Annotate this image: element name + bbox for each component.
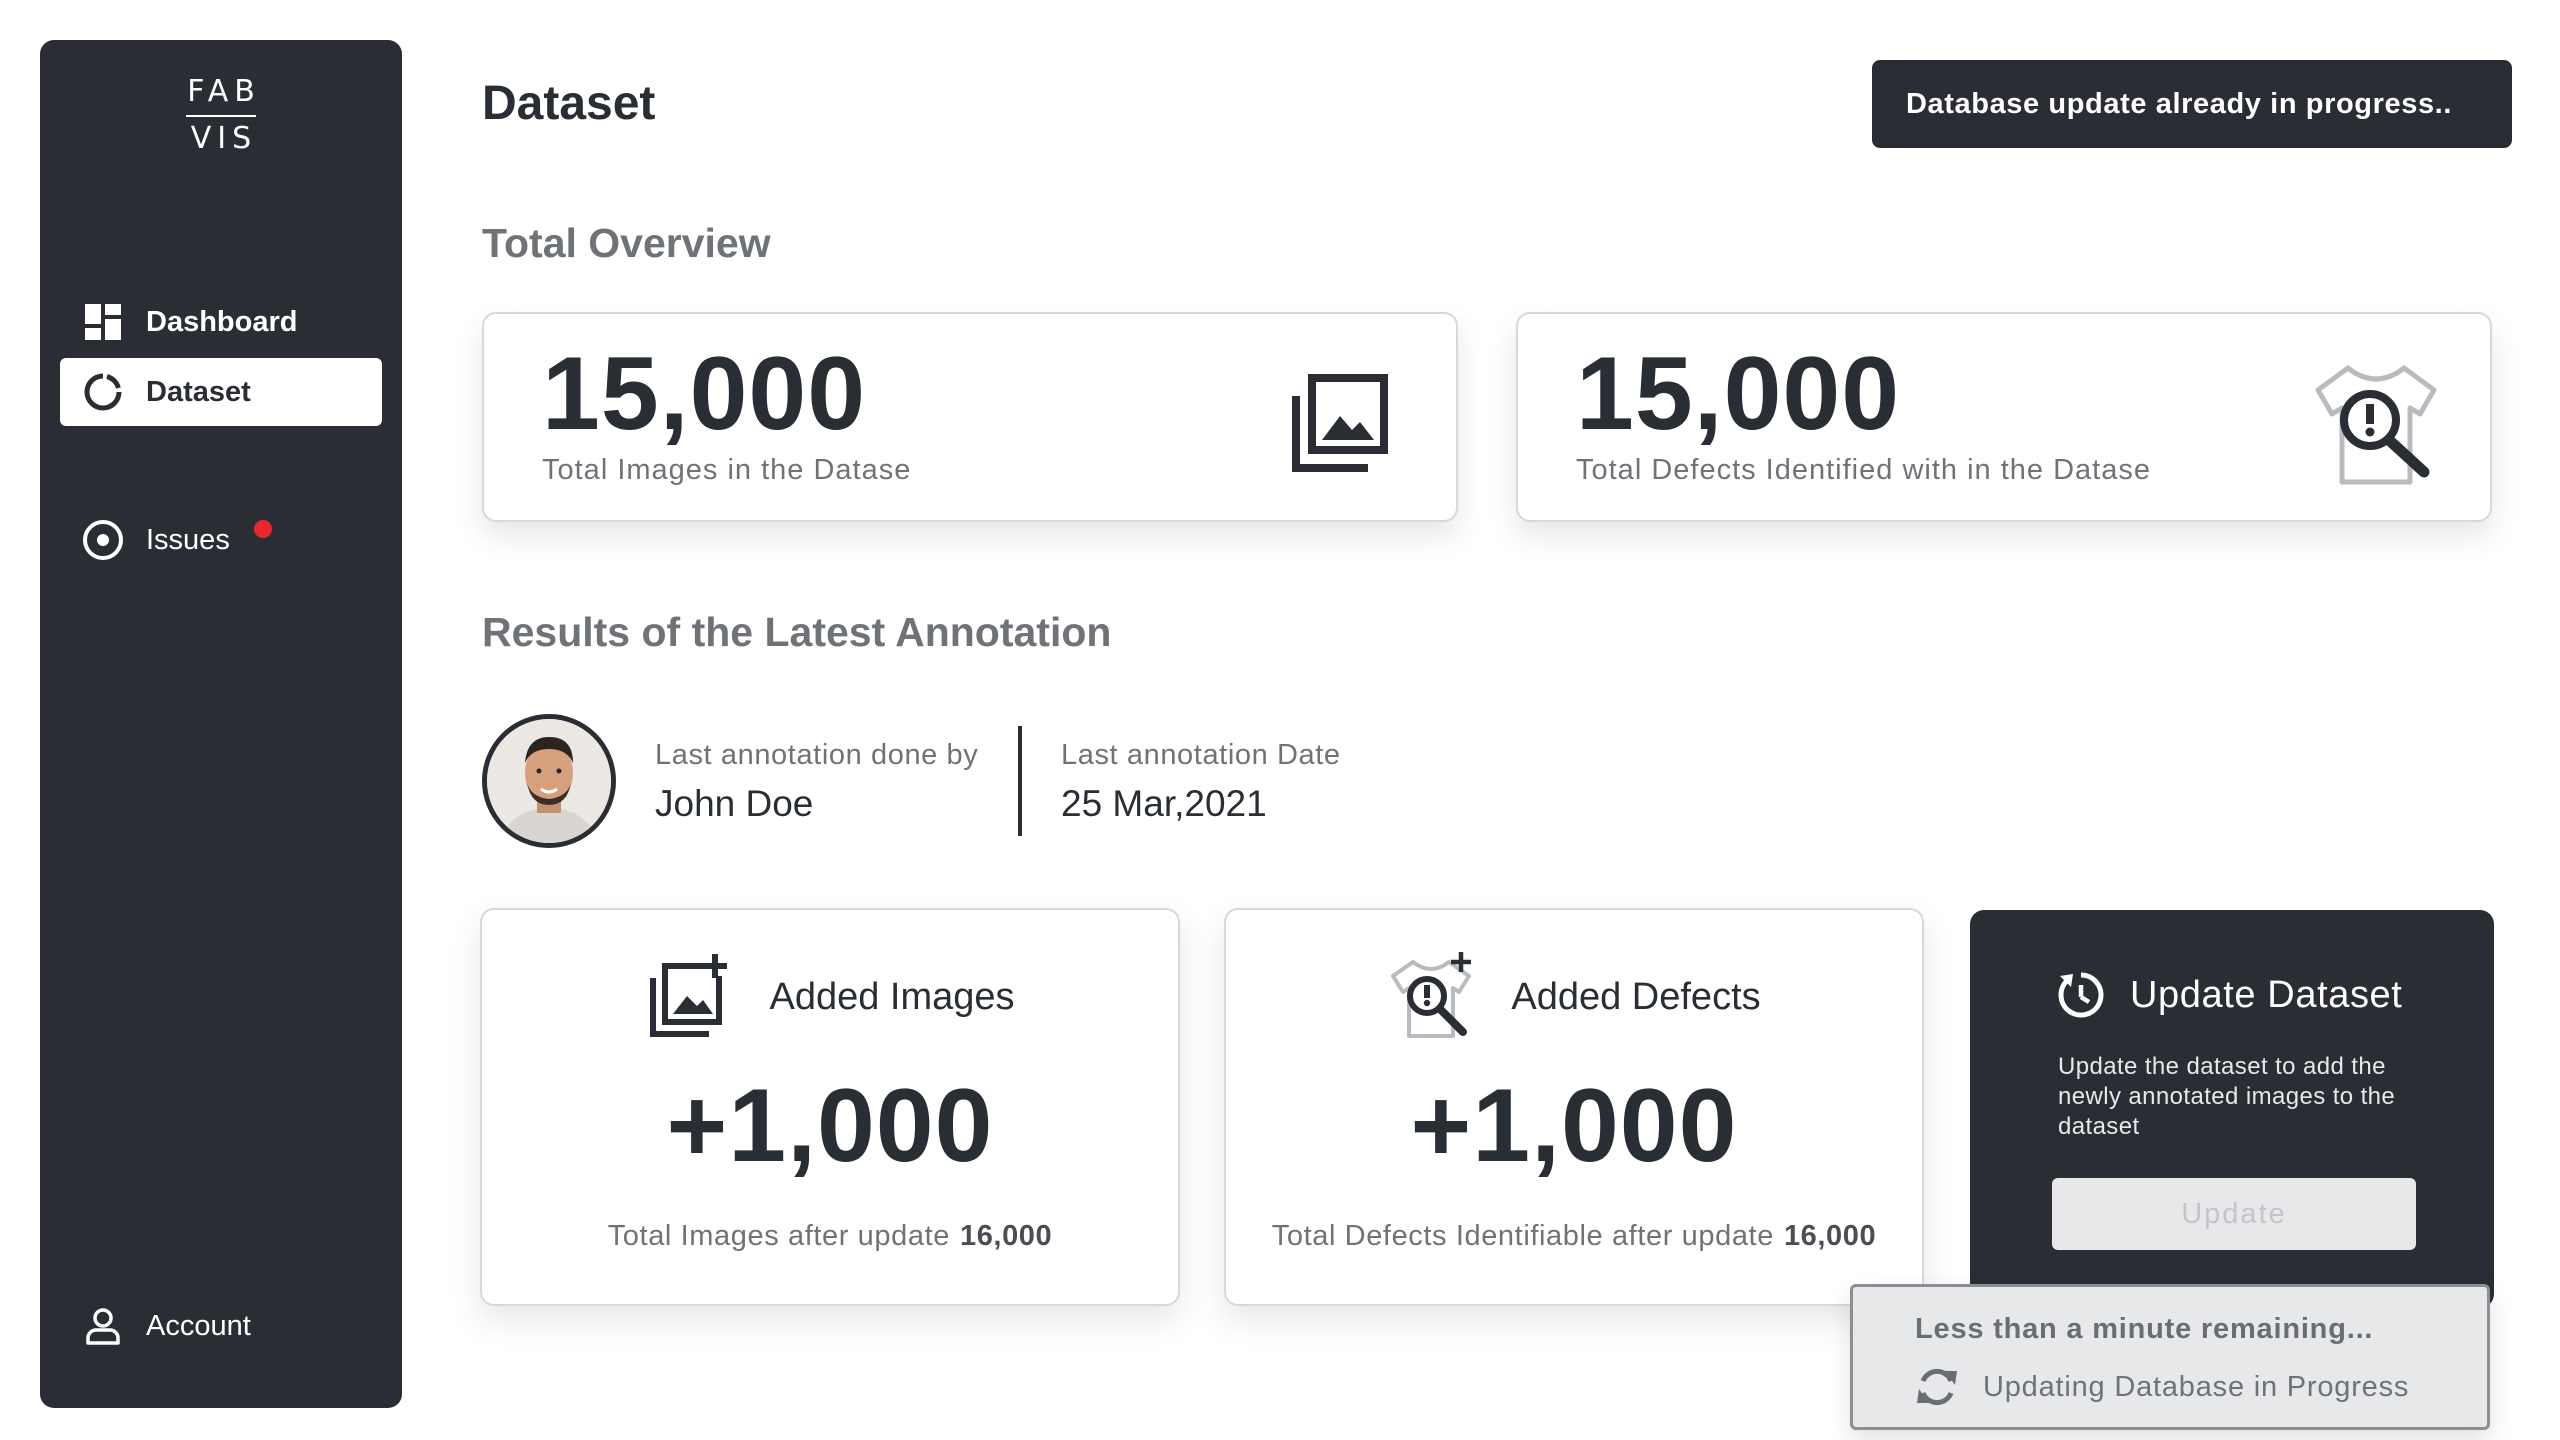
total-images-card: 15,000 Total Images in the Datase bbox=[482, 312, 1458, 522]
info-divider bbox=[1018, 726, 1022, 836]
total-images-value: 15,000 bbox=[542, 336, 867, 452]
shirt-defect-search-icon bbox=[2308, 356, 2438, 486]
user-icon bbox=[82, 1305, 124, 1347]
sidebar-item-label: Dashboard bbox=[146, 305, 298, 338]
added-images-title: Added Images bbox=[769, 975, 1015, 1018]
added-images-card: Added Images +1,000 Total Images after u… bbox=[480, 908, 1180, 1306]
annotator-name: John Doe bbox=[655, 783, 814, 824]
total-defects-label: Total Defects Identified with in the Dat… bbox=[1576, 454, 2151, 486]
added-defects-card: Added Defects +1,000 Total Defects Ident… bbox=[1224, 908, 1924, 1306]
logo-divider bbox=[186, 115, 256, 117]
progress-title: Less than a minute remaining... bbox=[1915, 1313, 2374, 1345]
update-dataset-title: Update Dataset bbox=[2130, 973, 2403, 1016]
footer-label: Total Images after update bbox=[607, 1220, 950, 1252]
footer-label: Total Defects Identifiable after update bbox=[1271, 1220, 1774, 1252]
update-in-progress-toast: Database update already in progress.. bbox=[1872, 60, 2512, 148]
logo-top: FAB bbox=[187, 74, 261, 109]
progress-toast: Less than a minute remaining... Updating… bbox=[1850, 1284, 2490, 1430]
sync-icon bbox=[1915, 1365, 1959, 1409]
update-button[interactable]: Update bbox=[2052, 1178, 2416, 1250]
added-defects-title: Added Defects bbox=[1511, 975, 1761, 1018]
sidebar-item-dashboard[interactable]: Dashboard bbox=[60, 288, 382, 356]
dashboard-icon bbox=[82, 301, 124, 343]
images-icon bbox=[1274, 356, 1404, 486]
sidebar-item-issues[interactable]: Issues bbox=[60, 506, 382, 574]
refresh-clock-icon bbox=[2056, 970, 2106, 1020]
update-dataset-description: Update the dataset to add the newly anno… bbox=[2058, 1053, 2396, 1140]
results-heading: Results of the Latest Annotation bbox=[482, 609, 1112, 655]
annotation-date-value: 25 Mar,2021 bbox=[1061, 783, 1267, 824]
notification-dot bbox=[254, 520, 272, 538]
sidebar-item-label: Dataset bbox=[146, 375, 251, 408]
total-defects-value: 15,000 bbox=[1576, 336, 1901, 452]
footer-value: 16,000 bbox=[1783, 1220, 1877, 1252]
total-images-label: Total Images in the Datase bbox=[542, 454, 912, 486]
add-defect-icon bbox=[1387, 952, 1477, 1042]
added-images-footer: Total Images after update 16,000 bbox=[482, 1220, 1178, 1253]
page-title: Dataset bbox=[482, 77, 656, 130]
logo-bottom: VIS bbox=[190, 121, 258, 156]
issues-icon bbox=[82, 519, 124, 561]
sidebar-item-account[interactable]: Account bbox=[60, 1292, 382, 1360]
sidebar-item-label: Issues bbox=[146, 523, 230, 556]
annotator-label: Last annotation done by bbox=[655, 739, 979, 771]
total-defects-card: 15,000 Total Defects Identified with in … bbox=[1516, 312, 2492, 522]
logo: FAB VIS bbox=[40, 72, 402, 159]
added-defects-footer: Total Defects Identifiable after update 1… bbox=[1226, 1220, 1922, 1253]
added-images-value: +1,000 bbox=[666, 1068, 994, 1184]
progress-status: Updating Database in Progress bbox=[1983, 1370, 2410, 1403]
update-dataset-card: Update Dataset Update the dataset to add… bbox=[1970, 910, 2494, 1308]
sidebar-item-dataset[interactable]: Dataset bbox=[60, 358, 382, 426]
account-label: Account bbox=[146, 1309, 251, 1342]
overview-heading: Total Overview bbox=[482, 220, 771, 266]
annotation-date-label: Last annotation Date bbox=[1061, 739, 1341, 771]
added-defects-value: +1,000 bbox=[1410, 1068, 1738, 1184]
footer-value: 16,000 bbox=[959, 1220, 1053, 1252]
dataset-icon bbox=[82, 371, 124, 413]
add-images-icon bbox=[645, 952, 735, 1042]
avatar bbox=[482, 714, 616, 848]
sidebar: FAB VIS Dashboard Dataset Issues Account bbox=[40, 40, 402, 1408]
